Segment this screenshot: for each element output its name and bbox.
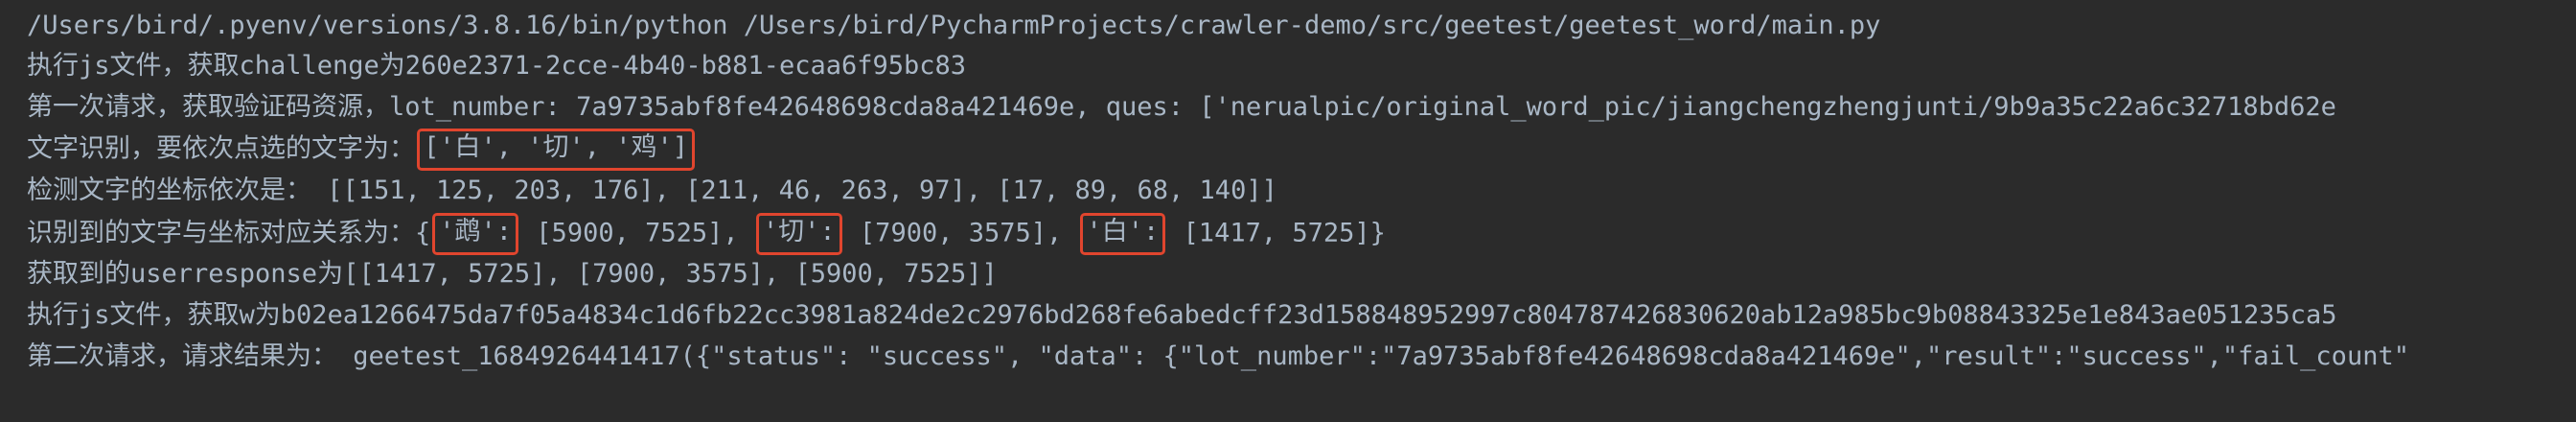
- mapping-line: 识别到的文字与坐标对应关系为：{'鹉': [5900, 7525], '切': …: [27, 213, 1386, 255]
- first-request-line: 第一次请求，获取验证码资源，lot_number: 7a9735abf8fe42…: [27, 92, 2336, 122]
- run-console-output: /Users/bird/.pyenv/versions/3.8.16/bin/p…: [0, 0, 2576, 422]
- mapping-coord-2: [7900, 3575],: [843, 218, 1078, 248]
- challenge-line: 执行js文件，获取challenge为260e2371-2cce-4b40-b8…: [27, 51, 967, 81]
- mapping-coord-3: [1417, 5725]}: [1167, 218, 1386, 248]
- w-value-line: 执行js文件，获取w为b02ea1266475da7f05a4834c1d6fb…: [27, 300, 2337, 330]
- mapping-coord-1: [5900, 7525],: [520, 218, 754, 248]
- target-words-highlight: ['白', '切', '鸡']: [417, 129, 696, 171]
- mapping-word-highlight-3: '白':: [1079, 213, 1166, 255]
- mapping-word-highlight-1: '鹉':: [432, 213, 519, 255]
- userresponse-line: 获取到的userresponse为[[1417, 5725], [7900, 3…: [27, 259, 998, 289]
- word-recognition-prefix: 文字识别，要依次点选的文字为：: [27, 133, 415, 164]
- mapping-word-highlight-2: '切':: [755, 213, 842, 255]
- coordinates-line: 检测文字的坐标依次是： [[151, 125, 203, 176], [211,…: [27, 176, 1277, 205]
- interpreter-command-line: /Users/bird/.pyenv/versions/3.8.16/bin/p…: [27, 11, 1881, 40]
- mapping-prefix: 识别到的文字与坐标对应关系为：{: [27, 218, 431, 248]
- second-request-line: 第二次请求，请求结果为： geetest_1684926441417({"sta…: [27, 341, 2409, 371]
- word-recognition-line: 文字识别，要依次点选的文字为： ['白', '切', '鸡']: [27, 129, 697, 171]
